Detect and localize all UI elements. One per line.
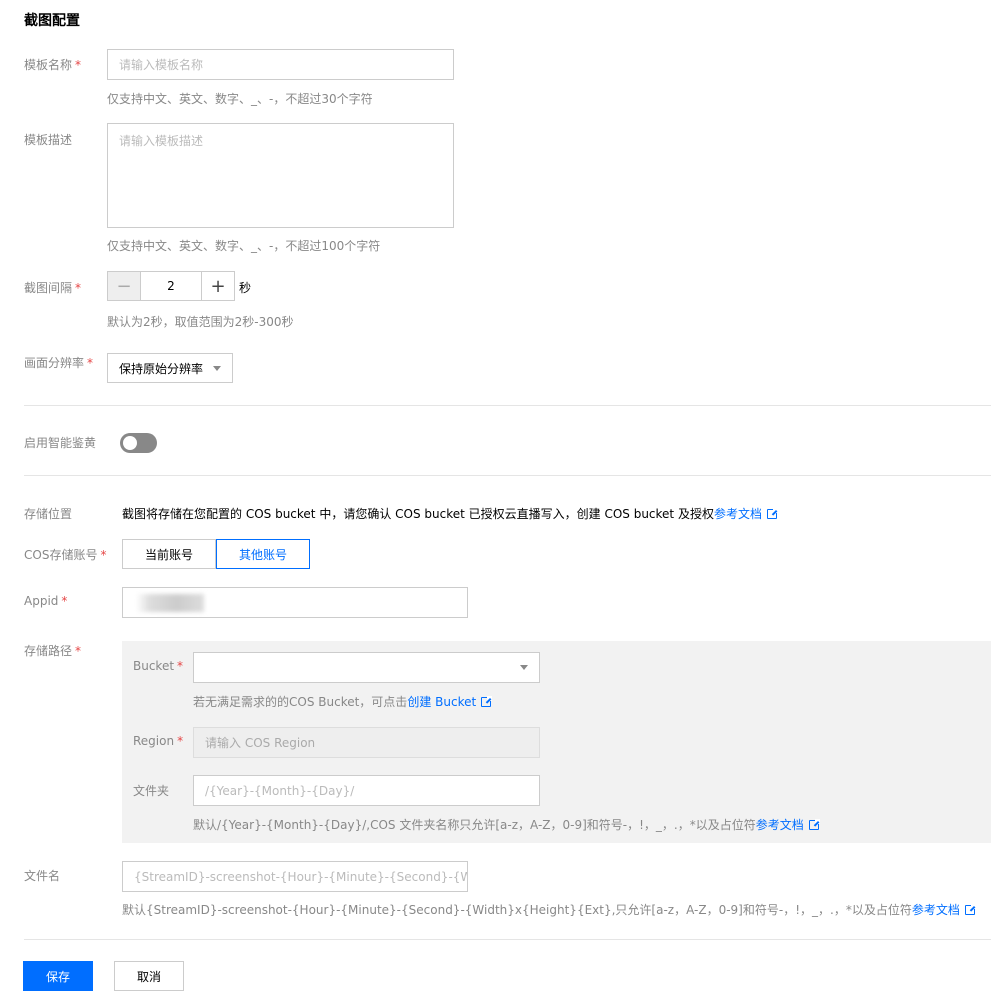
increment-button[interactable]: +	[202, 272, 234, 300]
interval-value[interactable]: 2	[140, 272, 202, 300]
folder-input[interactable]: /{Year}-{Month}-{Day}/	[193, 775, 540, 806]
region-input[interactable]: 请输入 COS Region	[193, 727, 540, 758]
storage-location-text: 截图将存储在您配置的 COS bucket 中，请您确认 COS bucket …	[122, 505, 778, 522]
template-desc-label: 模板描述	[24, 133, 73, 147]
smart-review-label: 启用智能鉴黄	[24, 436, 97, 450]
divider	[24, 475, 991, 476]
redacted-value	[136, 594, 204, 612]
folder-label: 文件夹	[133, 784, 170, 798]
file-name-input[interactable]: {StreamID}-screenshot-{Hour}-{Minute}-{S…	[122, 861, 468, 892]
decrement-button[interactable]: −	[108, 272, 140, 300]
reference-doc-link[interactable]: 参考文档	[714, 507, 762, 521]
file-name-reference-link[interactable]: 参考文档	[912, 903, 960, 917]
other-account-option[interactable]: 其他账号	[216, 539, 311, 569]
interval-unit: 秒	[239, 281, 252, 295]
resolution-selected: 保持原始分辨率	[119, 361, 204, 376]
resolution-select[interactable]: 保持原始分辨率	[107, 353, 233, 383]
external-link-icon	[766, 508, 778, 519]
resolution-label: 画面分辨率 *	[24, 356, 94, 370]
create-bucket-link[interactable]: 创建 Bucket	[407, 695, 476, 709]
current-account-option[interactable]: 当前账号	[122, 539, 217, 569]
folder-reference-link[interactable]: 参考文档	[756, 818, 804, 832]
interval-stepper: − 2 +	[107, 271, 235, 301]
bucket-hint: 若无满足需求的的COS Bucket，可点击创建 Bucket	[193, 693, 493, 710]
chevron-down-icon	[213, 365, 221, 371]
template-name-label: 模板名称 *	[24, 58, 82, 72]
folder-hint: 默认/{Year}-{Month}-{Day}/,COS 文件夹名称只允许[a-…	[193, 816, 820, 833]
file-name-hint: 默认{StreamID}-screenshot-{Hour}-{Minute}-…	[122, 901, 976, 918]
external-link-icon	[964, 904, 976, 915]
chevron-down-icon	[520, 665, 528, 670]
cancel-button[interactable]: 取消	[114, 961, 184, 991]
template-name-hint: 仅支持中文、英文、数字、_、-，不超过30个字符	[107, 92, 373, 106]
smart-review-toggle[interactable]	[120, 433, 157, 453]
bucket-label: Bucket *	[133, 659, 184, 673]
external-link-icon	[481, 696, 493, 707]
template-name-input[interactable]: 请输入模板名称	[107, 49, 454, 80]
template-desc-hint: 仅支持中文、英文、数字、_、-，不超过100个字符	[107, 239, 381, 253]
cos-account-label: COS存储账号 *	[24, 548, 107, 562]
page-title: 截图配置	[24, 13, 80, 29]
storage-path-label: 存储路径 *	[24, 644, 82, 658]
interval-label: 截图间隔 *	[24, 281, 82, 295]
toggle-knob	[123, 436, 137, 450]
template-desc-textarea[interactable]: 请输入模板描述	[107, 123, 454, 228]
bucket-select[interactable]	[193, 652, 540, 683]
cos-account-segment: 当前账号 其他账号	[122, 539, 311, 569]
storage-location-label: 存储位置	[24, 507, 73, 521]
appid-label: Appid *	[24, 594, 68, 608]
divider	[24, 939, 991, 940]
interval-hint: 默认为2秒，取值范围为2秒-300秒	[107, 315, 294, 329]
region-label: Region *	[133, 734, 184, 748]
divider	[24, 405, 991, 406]
save-button[interactable]: 保存	[23, 961, 93, 991]
file-name-label: 文件名	[24, 869, 61, 883]
external-link-icon	[808, 819, 820, 830]
